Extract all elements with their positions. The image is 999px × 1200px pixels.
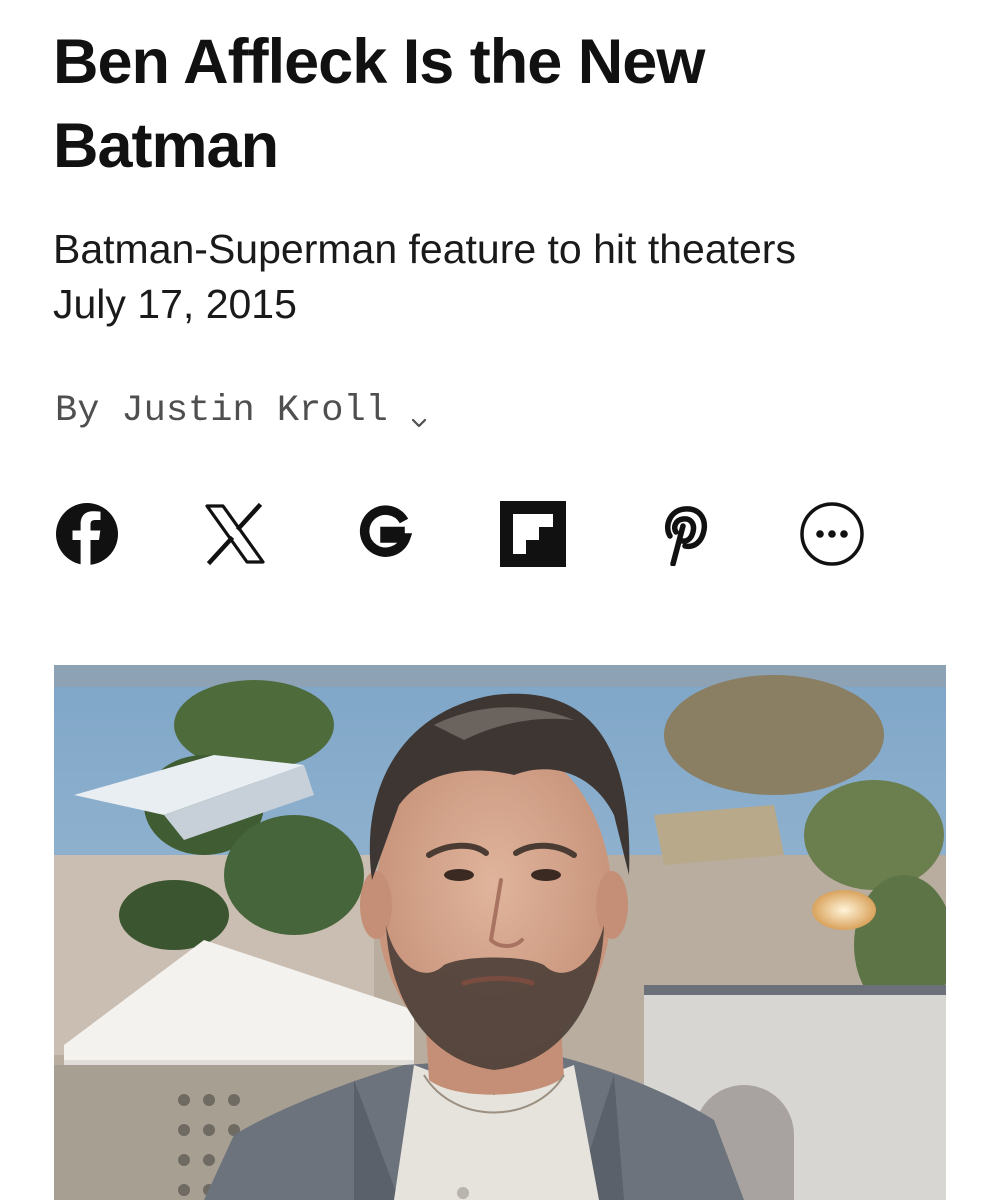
- pinterest-share-button[interactable]: [650, 500, 718, 568]
- flipboard-share-button[interactable]: [499, 500, 567, 568]
- flipboard-icon: [500, 501, 566, 567]
- chevron-down-icon[interactable]: [410, 402, 428, 428]
- subheadline: Batman-Superman feature to hit theaters …: [53, 226, 796, 327]
- article: Ben Affleck Is the New Batman Batman-Sup…: [0, 0, 999, 1200]
- more-icon: [799, 501, 865, 567]
- x-share-button[interactable]: [201, 500, 269, 568]
- author-name[interactable]: Justin Kroll: [121, 390, 387, 432]
- facebook-share-button[interactable]: [53, 500, 121, 568]
- headline: Ben Affleck Is the New Batman: [53, 27, 705, 181]
- pinterest-icon: [654, 502, 714, 566]
- lead-photo: [54, 665, 946, 1200]
- google-icon: [354, 504, 414, 564]
- share-bar: [53, 500, 873, 568]
- more-share-button[interactable]: [798, 500, 866, 568]
- facebook-icon: [55, 502, 119, 566]
- x-icon: [203, 502, 267, 566]
- byline-prefix: By: [55, 390, 100, 432]
- byline[interactable]: By Justin Kroll: [55, 386, 428, 436]
- google-share-button[interactable]: [350, 500, 418, 568]
